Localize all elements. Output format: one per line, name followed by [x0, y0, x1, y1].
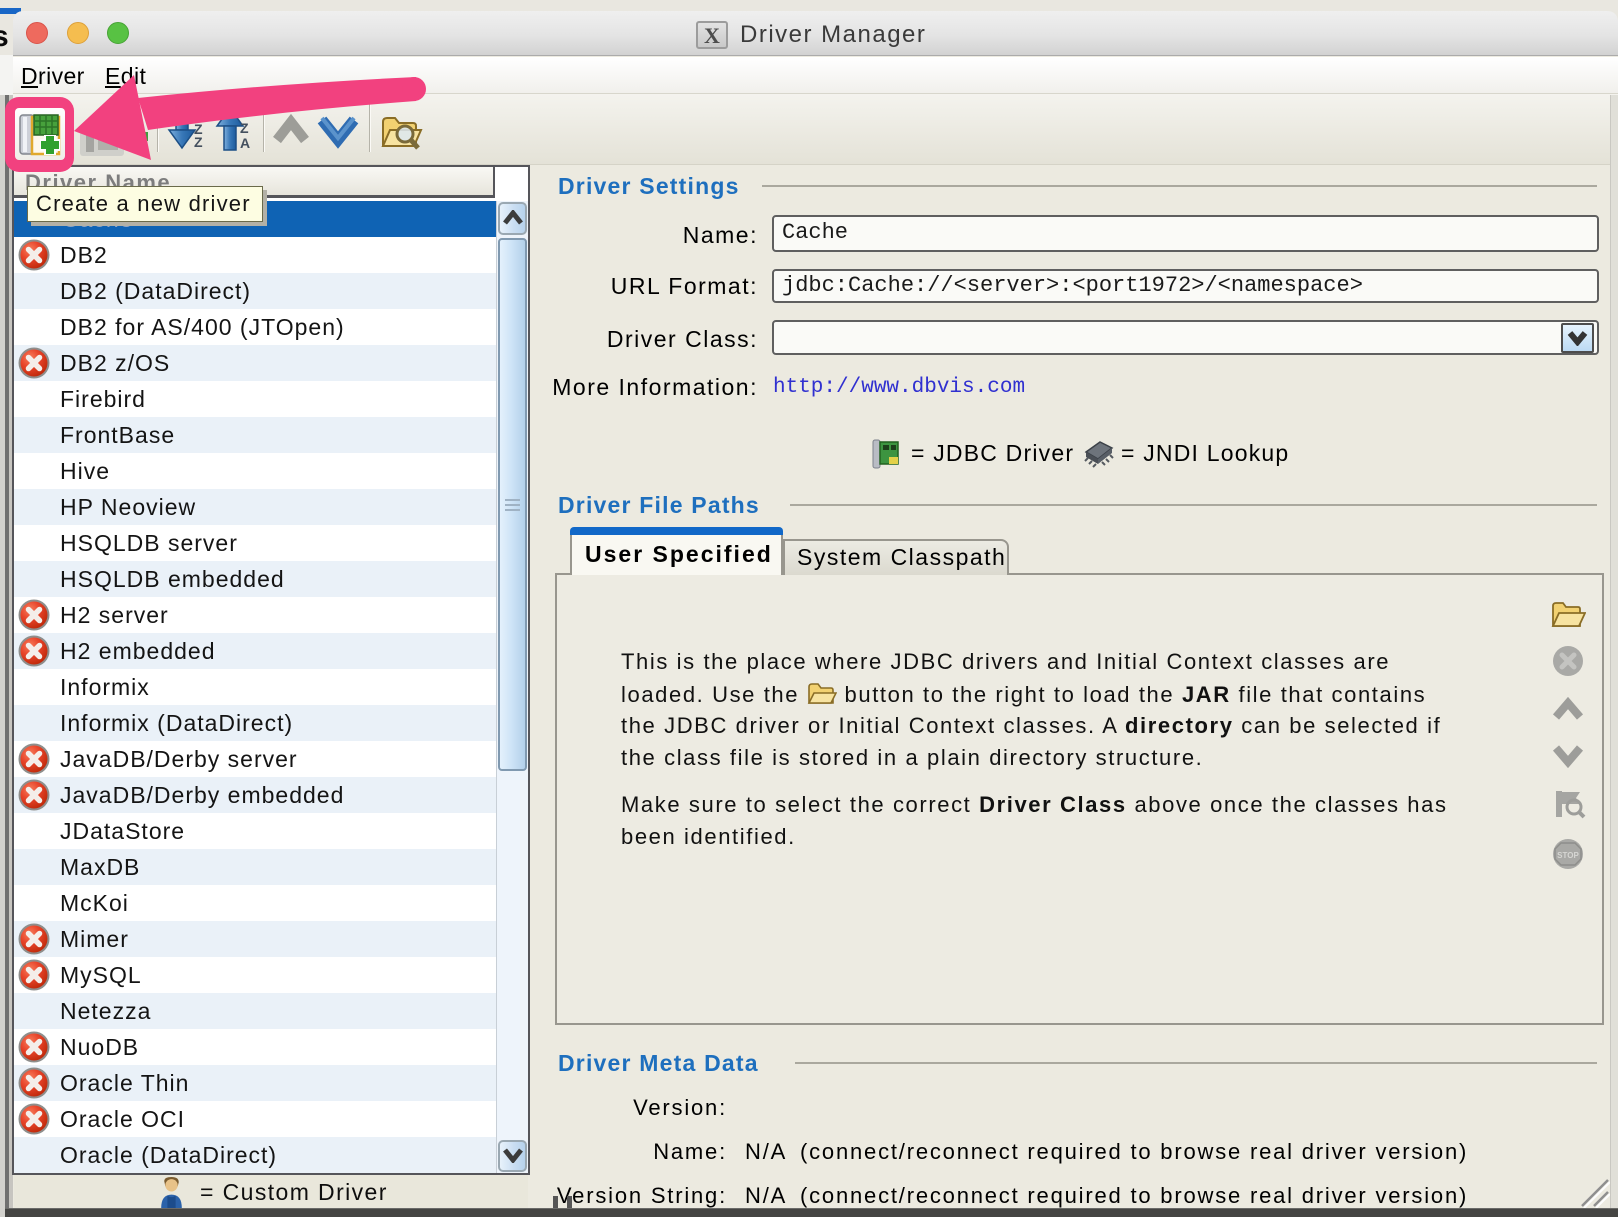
svg-text:STOP: STOP	[1557, 851, 1579, 860]
